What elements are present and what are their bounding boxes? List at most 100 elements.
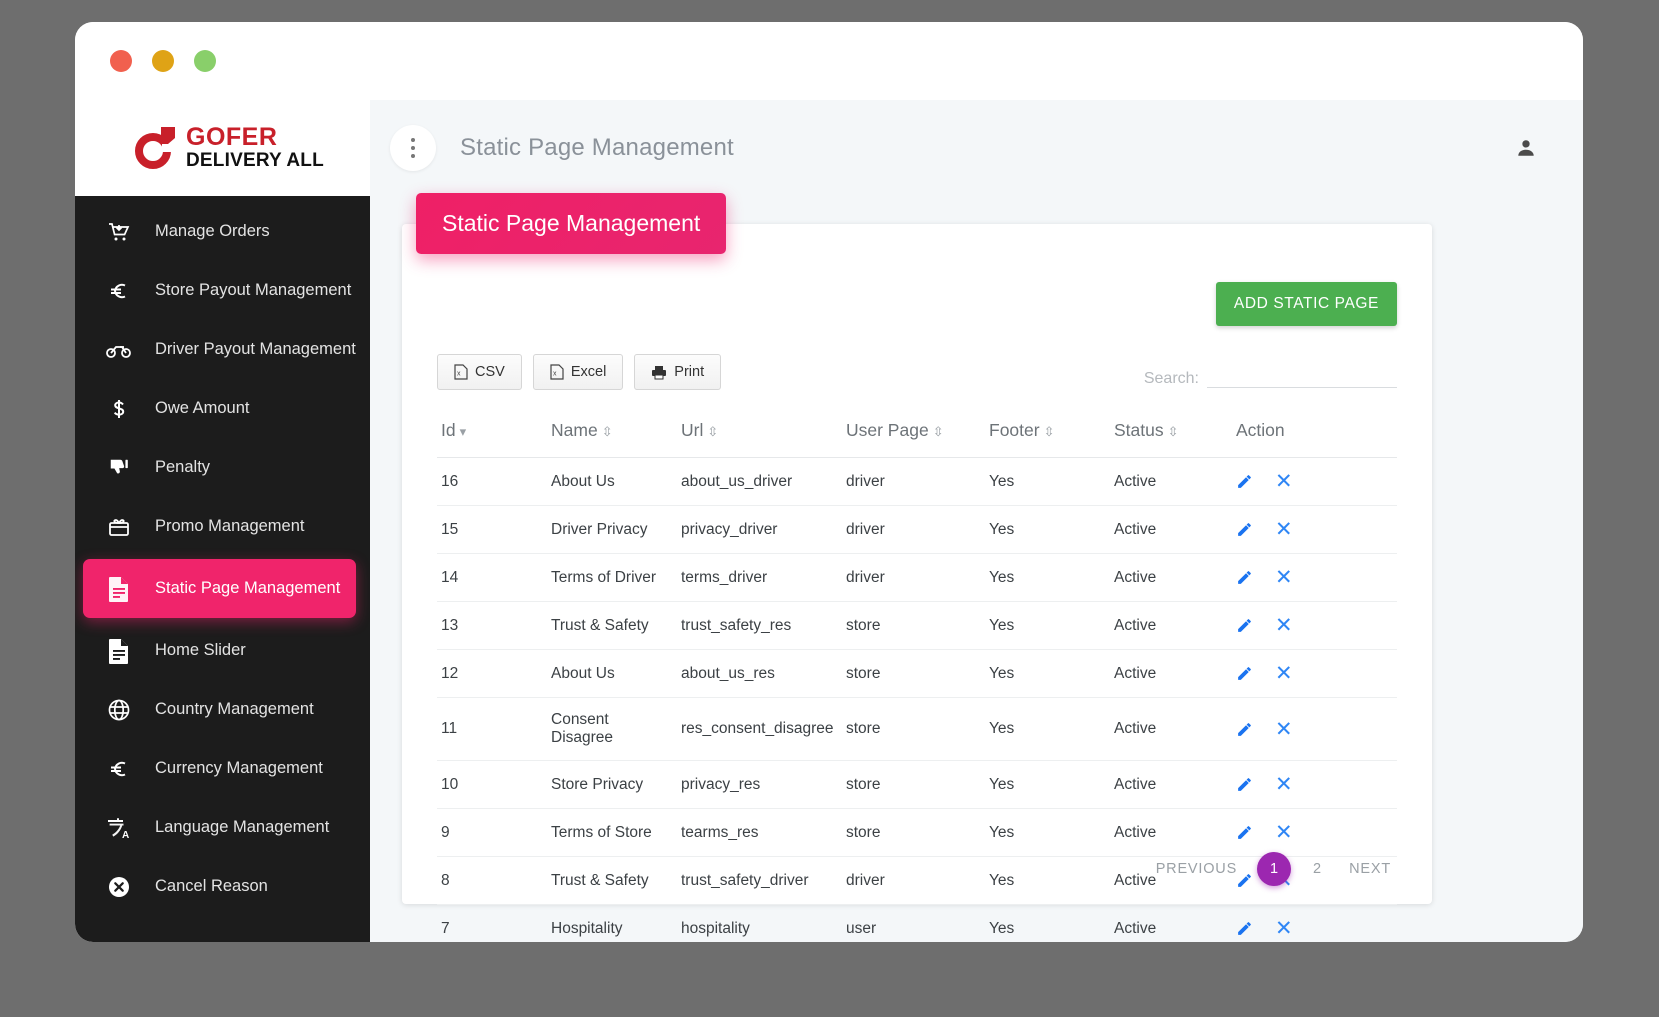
cell-status: Active: [1110, 904, 1232, 942]
sidebar-item-store-payout-management[interactable]: Store Payout Management: [75, 261, 370, 320]
sidebar-item-promo-management[interactable]: Promo Management: [75, 497, 370, 556]
delete-icon[interactable]: ✕: [1275, 567, 1293, 588]
cell-footer: Yes: [985, 505, 1110, 554]
table-row: 7 Hospitality hospitality user Yes Active ✕: [437, 904, 1397, 942]
edit-icon[interactable]: [1236, 665, 1253, 682]
delete-icon[interactable]: ✕: [1275, 719, 1293, 740]
cell-user-page: store: [842, 760, 985, 809]
column-header-id[interactable]: Id ▾: [437, 412, 547, 458]
sidebar-item-owe-amount[interactable]: Owe Amount: [75, 379, 370, 438]
print-button[interactable]: Print: [634, 354, 722, 390]
edit-icon[interactable]: [1236, 920, 1253, 937]
sidebar-item-label: Penalty: [155, 457, 211, 476]
pagination-previous-button[interactable]: PREVIOUS: [1150, 857, 1243, 881]
column-header-user-page[interactable]: User Page ⇳: [842, 412, 985, 458]
svg-text:A: A: [122, 830, 129, 840]
column-header-status[interactable]: Status ⇳: [1110, 412, 1232, 458]
cell-footer: Yes: [985, 697, 1110, 761]
sidebar-item-driver-payout-management[interactable]: Driver Payout Management: [75, 320, 370, 379]
table-row: 13 Trust & Safety trust_safety_res store Yes…: [437, 601, 1397, 650]
sidebar-item-country-management[interactable]: Country Management: [75, 680, 370, 739]
pagination-page-2[interactable]: 2: [1305, 857, 1329, 881]
column-label: Footer: [989, 420, 1040, 440]
export-excel-button[interactable]: x Excel: [532, 354, 624, 390]
cell-action: ✕: [1232, 697, 1397, 761]
cell-url: hospitality: [677, 904, 842, 942]
cell-footer: Yes: [985, 760, 1110, 809]
cell-status: Active: [1110, 808, 1232, 857]
cell-action: ✕: [1232, 457, 1397, 506]
column-label: Id: [441, 420, 456, 440]
sidebar-item-language-management[interactable]: A Language Management: [75, 798, 370, 857]
minimize-window-button[interactable]: [152, 50, 174, 72]
cell-name: Store Privacy: [547, 760, 677, 809]
add-static-page-button[interactable]: ADD STATIC PAGE: [1215, 282, 1397, 326]
sidebar-item-manage-orders[interactable]: Manage Orders: [75, 202, 370, 261]
column-label: User Page: [846, 420, 929, 440]
delete-icon[interactable]: ✕: [1275, 615, 1293, 636]
edit-icon[interactable]: [1236, 721, 1253, 738]
cell-status: Active: [1110, 457, 1232, 506]
sidebar-item-label: Cancel Reason: [155, 876, 268, 895]
column-header-footer[interactable]: Footer ⇳: [985, 412, 1110, 458]
edit-icon[interactable]: [1236, 473, 1253, 490]
delete-icon[interactable]: ✕: [1275, 663, 1293, 684]
edit-icon[interactable]: [1236, 617, 1253, 634]
cell-id: 9: [437, 808, 547, 857]
sidebar-item-home-slider[interactable]: Home Slider: [75, 621, 370, 680]
cell-action: ✕: [1232, 904, 1397, 942]
export-csv-label: CSV: [475, 364, 505, 380]
sidebar-item-cancel-reason[interactable]: Cancel Reason: [75, 857, 370, 916]
cell-id: 7: [437, 904, 547, 942]
maximize-window-button[interactable]: [194, 50, 216, 72]
sidebar-item-static-page-management[interactable]: Static Page Management: [83, 559, 356, 618]
cell-user-page: driver: [842, 553, 985, 602]
print-label: Print: [674, 364, 705, 380]
search-input[interactable]: [1207, 364, 1397, 388]
export-csv-button[interactable]: x CSV: [437, 354, 522, 390]
cell-footer: Yes: [985, 904, 1110, 942]
user-icon[interactable]: [1515, 137, 1537, 159]
sidebar-item-currency-management[interactable]: Currency Management: [75, 739, 370, 798]
pagination-page-1[interactable]: 1: [1257, 852, 1292, 886]
column-label: Url: [681, 420, 704, 440]
delete-icon[interactable]: ✕: [1275, 471, 1293, 492]
edit-icon[interactable]: [1236, 776, 1253, 793]
cell-id: 15: [437, 505, 547, 554]
brand-logo[interactable]: GOFER DELIVERY ALL: [75, 100, 370, 196]
printer-icon: [651, 365, 667, 380]
delete-icon[interactable]: ✕: [1275, 519, 1293, 540]
sidebar-item-penalty[interactable]: Penalty: [75, 438, 370, 497]
cell-status: Active: [1110, 649, 1232, 698]
cell-action: ✕: [1232, 553, 1397, 602]
column-header-name[interactable]: Name ⇳: [547, 412, 677, 458]
cell-action: ✕: [1232, 808, 1397, 857]
euro-icon: [97, 757, 141, 781]
cell-name: Driver Privacy: [547, 505, 677, 554]
app-body: GOFER DELIVERY ALL Manage Orders Store P…: [75, 100, 1583, 942]
cell-footer: Yes: [985, 457, 1110, 506]
edit-icon[interactable]: [1236, 824, 1253, 841]
globe-icon: [97, 698, 141, 722]
cell-id: 10: [437, 760, 547, 809]
cell-user-page: driver: [842, 505, 985, 554]
cell-user-page: store: [842, 601, 985, 650]
delete-icon[interactable]: ✕: [1275, 774, 1293, 795]
sort-both-icon: ⇳: [932, 424, 944, 439]
cell-url: privacy_res: [677, 760, 842, 809]
edit-icon[interactable]: [1236, 521, 1253, 538]
main-content: Static Page Management Static Page Manag…: [370, 100, 1583, 942]
delete-icon[interactable]: ✕: [1275, 822, 1293, 843]
cell-url: trust_safety_res: [677, 601, 842, 650]
column-header-url[interactable]: Url ⇳: [677, 412, 842, 458]
close-circle-icon: [97, 875, 141, 899]
kebab-menu-icon[interactable]: [390, 125, 436, 171]
delete-icon[interactable]: ✕: [1275, 918, 1293, 939]
pagination-next-button[interactable]: NEXT: [1343, 857, 1397, 881]
edit-icon[interactable]: [1236, 569, 1253, 586]
sort-both-icon: ⇳: [601, 424, 613, 439]
table-toolbar: x CSV x Excel Print Search:: [437, 342, 1397, 390]
close-window-button[interactable]: [110, 50, 132, 72]
sidebar-item-label: Language Management: [155, 817, 330, 836]
cell-id: 12: [437, 649, 547, 698]
